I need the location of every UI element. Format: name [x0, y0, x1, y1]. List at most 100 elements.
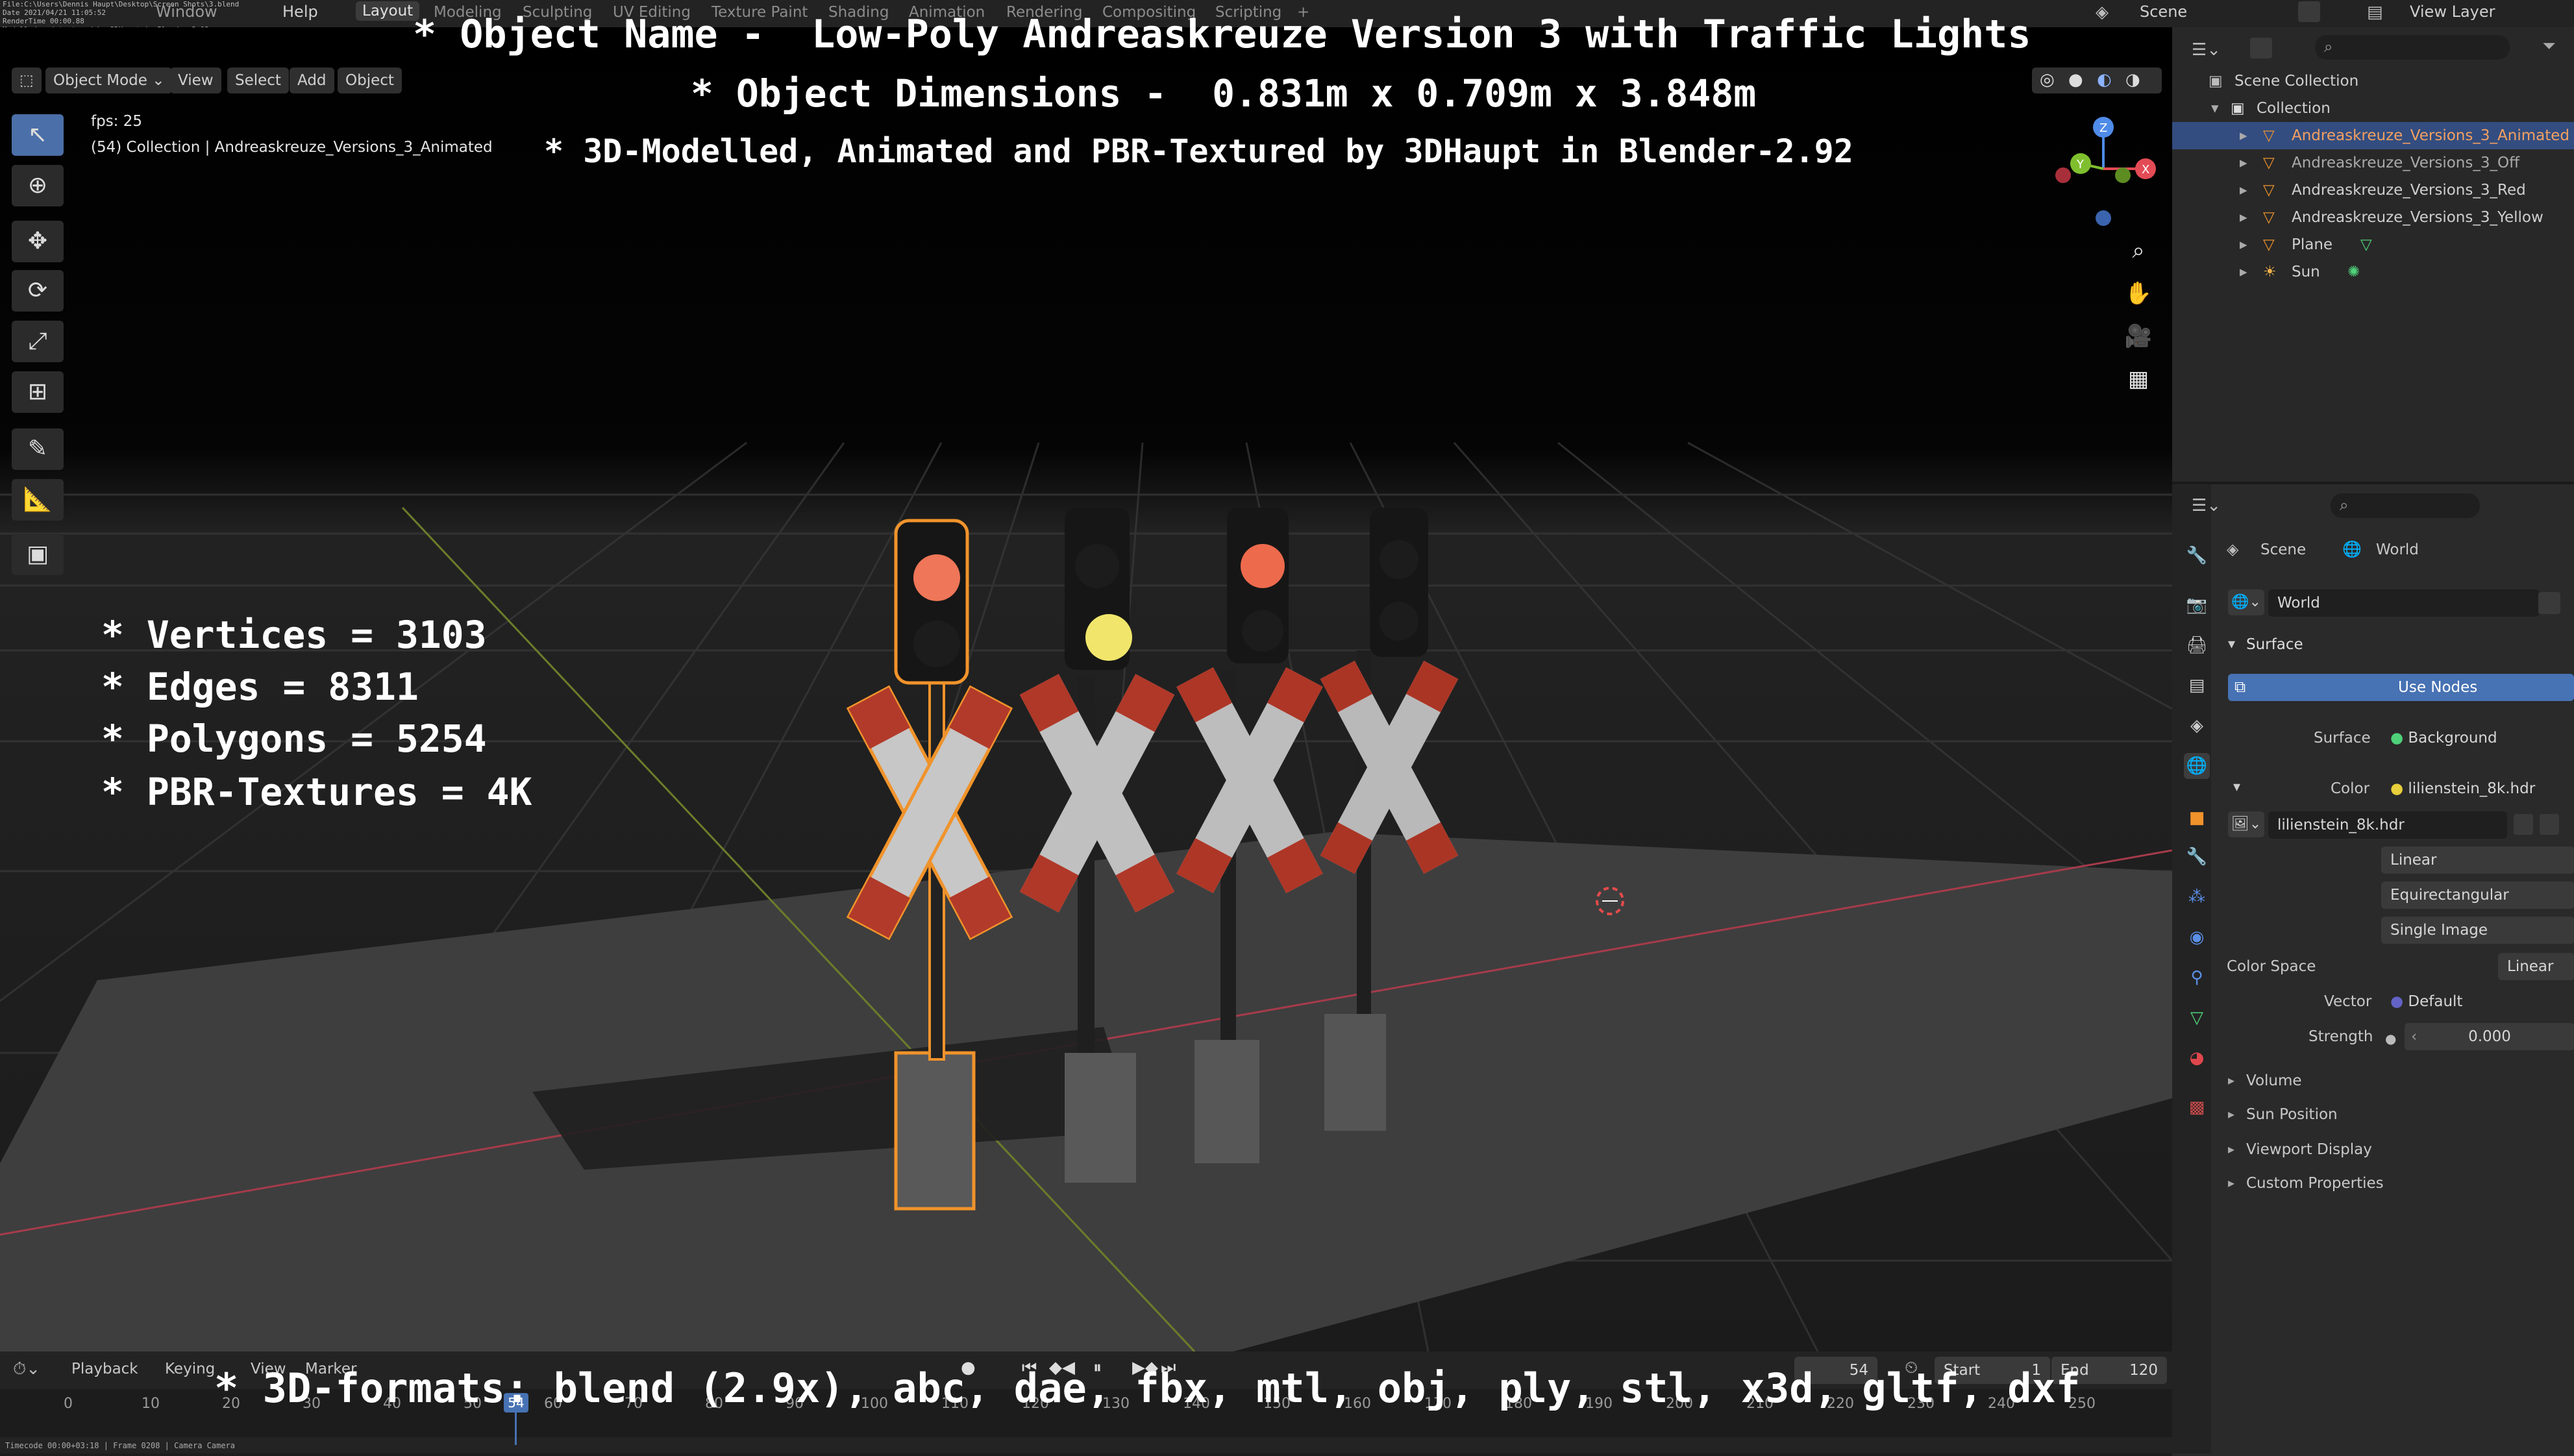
- sun-position-expand-icon[interactable]: ▸: [2228, 1106, 2234, 1122]
- constraints-tab-icon[interactable]: ⚲: [2184, 965, 2210, 991]
- new-scene-icon[interactable]: [2298, 1, 2320, 22]
- world-browse-button[interactable]: 🌐⌄: [2228, 589, 2264, 615]
- panel-volume[interactable]: Volume: [2246, 1072, 2302, 1089]
- outliner-collection[interactable]: ▾ ▣ Collection: [2172, 95, 2574, 122]
- shading-mode-buttons[interactable]: ◎ ● ◐ ◑: [2032, 68, 2162, 93]
- surface-shader-field[interactable]: ● Background: [2381, 724, 2568, 752]
- rendered-icon[interactable]: ◑: [2125, 70, 2140, 90]
- move-tool[interactable]: ✥: [12, 221, 64, 262]
- scale-tool[interactable]: ⤢: [12, 321, 64, 362]
- texture-tab-icon[interactable]: ▩: [2184, 1094, 2210, 1120]
- expand-arrow-icon[interactable]: ▸: [2240, 231, 2247, 258]
- panel-custom-properties[interactable]: Custom Properties: [2246, 1175, 2384, 1192]
- image-name-field[interactable]: lilienstein_8k.hdr: [2268, 811, 2507, 839]
- breadcrumb-world[interactable]: World: [2376, 541, 2419, 558]
- menu-add[interactable]: Add: [290, 68, 334, 93]
- color-input-field[interactable]: ● lilienstein_8k.hdr: [2381, 775, 2569, 802]
- editor-type-button[interactable]: ⬚: [12, 68, 42, 93]
- view-layer-tab-icon[interactable]: ▤: [2184, 672, 2210, 698]
- annotate-tool[interactable]: ✎: [12, 428, 64, 470]
- scene-selector[interactable]: Scene: [2140, 3, 2187, 21]
- strength-slider[interactable]: ‹ 0.000: [2405, 1023, 2574, 1050]
- zoom-icon[interactable]: ⌕: [2120, 232, 2157, 269]
- outliner-filter-toggle[interactable]: [2250, 38, 2272, 58]
- view-layer-selector[interactable]: View Layer: [2410, 3, 2495, 21]
- use-nodes-button[interactable]: ⧉ Use Nodes: [2228, 674, 2574, 701]
- expand-arrow-icon[interactable]: ▸: [2240, 122, 2247, 149]
- world-name-field[interactable]: World: [2268, 589, 2540, 617]
- source-dropdown[interactable]: Single Image: [2381, 917, 2574, 944]
- object-tab-icon[interactable]: ■: [2184, 805, 2210, 831]
- color-space-dropdown[interactable]: Linear: [2498, 953, 2574, 980]
- menu-select[interactable]: Select: [227, 68, 289, 93]
- breadcrumb-scene[interactable]: Scene: [2260, 541, 2306, 558]
- timeline-menu-keying[interactable]: Keying: [165, 1361, 215, 1377]
- interpolation-dropdown[interactable]: Linear: [2381, 846, 2574, 874]
- add-cube-tool[interactable]: ▣: [12, 534, 64, 575]
- panel-sun-position[interactable]: Sun Position: [2246, 1106, 2338, 1123]
- outliner-display-icon[interactable]: ☰⌄: [2192, 40, 2221, 60]
- expand-arrow-icon[interactable]: ▸: [2240, 177, 2247, 204]
- solid-icon[interactable]: ●: [2068, 70, 2083, 90]
- menu-view[interactable]: View: [170, 68, 221, 93]
- render-tab-icon[interactable]: 📷: [2184, 592, 2210, 618]
- camera-icon[interactable]: 🎥: [2120, 318, 2157, 354]
- expand-arrow-icon[interactable]: ▸: [2240, 204, 2247, 231]
- outliner-item-off[interactable]: ▸ ▽ Andreaskreuze_Versions_3_Off: [2172, 149, 2574, 177]
- panel-viewport-display[interactable]: Viewport Display: [2246, 1141, 2372, 1158]
- outliner-search-input[interactable]: ⌕: [2315, 35, 2510, 60]
- outliner-item-plane[interactable]: ▸ ▽ Plane ▽: [2172, 231, 2574, 258]
- properties-editor-icon[interactable]: ☰⌄: [2192, 496, 2221, 515]
- viewport-display-expand-icon[interactable]: ▸: [2228, 1141, 2234, 1157]
- expand-arrow-icon[interactable]: ▸: [2240, 258, 2247, 286]
- outliner-item-yellow[interactable]: ▸ ▽ Andreaskreuze_Versions_3_Yellow: [2172, 204, 2574, 231]
- select-box-tool[interactable]: ↖: [12, 114, 64, 156]
- pan-hand-icon[interactable]: ✋: [2120, 275, 2157, 312]
- wireframe-icon[interactable]: ◎: [2040, 70, 2055, 90]
- tool-tab-icon[interactable]: 🔧: [2184, 543, 2210, 569]
- output-tab-icon[interactable]: 🖨: [2184, 632, 2210, 658]
- view-layer-icon[interactable]: ▤: [2367, 3, 2383, 22]
- material-preview-icon[interactable]: ◐: [2097, 70, 2112, 90]
- data-tab-icon[interactable]: ▽: [2184, 1005, 2210, 1031]
- expand-arrow-icon[interactable]: ▸: [2240, 149, 2247, 177]
- image-browse-button[interactable]: 🖼⌄: [2228, 811, 2264, 837]
- color-collapse-icon[interactable]: ▾: [2233, 779, 2240, 795]
- surface-panel-header[interactable]: Surface: [2246, 636, 2303, 653]
- material-tab-icon[interactable]: ◕: [2184, 1045, 2210, 1071]
- physics-tab-icon[interactable]: ◉: [2184, 924, 2210, 950]
- transform-tool[interactable]: ⊞: [12, 371, 64, 413]
- grid-view-icon[interactable]: ▦: [2120, 361, 2157, 397]
- outliner-item-sun[interactable]: ▸ ☀ Sun ✺: [2172, 258, 2574, 286]
- image-new-icon[interactable]: [2540, 814, 2559, 835]
- scene-tab-icon[interactable]: ◈: [2184, 713, 2210, 739]
- menu-help[interactable]: Help: [282, 3, 318, 21]
- navigation-gizmo[interactable]: Z Y X: [2045, 110, 2162, 227]
- projection-dropdown[interactable]: Equirectangular: [2381, 882, 2574, 909]
- custom-properties-expand-icon[interactable]: ▸: [2228, 1175, 2234, 1191]
- filter-icon[interactable]: ⏷: [2542, 36, 2556, 56]
- timeline-menu-playback[interactable]: Playback: [71, 1361, 138, 1377]
- cursor-tool[interactable]: ⊕: [12, 165, 64, 206]
- decrement-arrow-icon[interactable]: ‹: [2411, 1023, 2417, 1050]
- scene-icon[interactable]: ◈: [2096, 3, 2109, 22]
- modifier-tab-icon[interactable]: 🔧: [2184, 844, 2210, 870]
- collection-expand-icon[interactable]: ▾: [2211, 95, 2219, 122]
- fake-user-icon[interactable]: [2538, 592, 2560, 614]
- object-mode-dropdown[interactable]: Object Mode ⌄: [45, 68, 173, 93]
- rotate-tool[interactable]: ⟳: [12, 270, 64, 312]
- timeline-editor-icon[interactable]: ⏱⌄: [13, 1359, 40, 1379]
- outliner-scene-collection[interactable]: ▣ Scene Collection: [2172, 68, 2574, 95]
- particles-tab-icon[interactable]: ⁂: [2184, 884, 2210, 910]
- menu-object[interactable]: Object: [338, 68, 402, 93]
- surface-collapse-icon[interactable]: ▾: [2228, 636, 2235, 652]
- properties-search-input[interactable]: ⌕: [2331, 493, 2480, 518]
- outliner-item-animated[interactable]: ▸ ▽ Andreaskreuze_Versions_3_Animated: [2172, 122, 2574, 149]
- outliner-item-red[interactable]: ▸ ▽ Andreaskreuze_Versions_3_Red: [2172, 177, 2574, 204]
- volume-expand-icon[interactable]: ▸: [2228, 1072, 2234, 1088]
- measure-tool[interactable]: 📐: [12, 479, 64, 521]
- vector-input-field[interactable]: ● Default: [2381, 988, 2574, 1015]
- world-tab-icon[interactable]: 🌐: [2184, 753, 2210, 779]
- image-fake-user-icon[interactable]: [2514, 814, 2533, 835]
- tab-layout[interactable]: Layout: [356, 1, 420, 21]
